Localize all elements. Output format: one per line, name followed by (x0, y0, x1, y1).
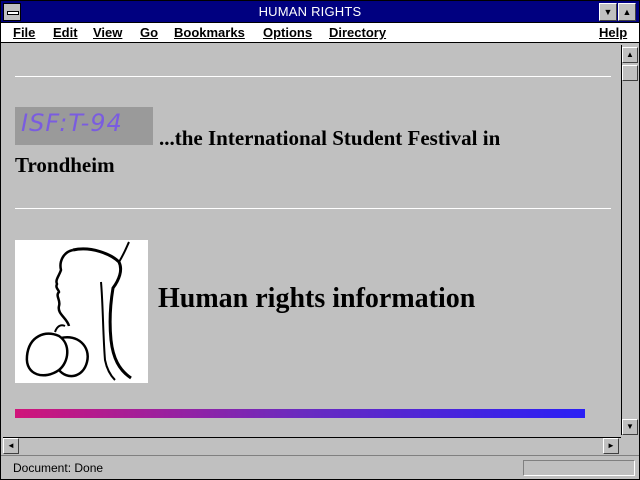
menu-edit[interactable]: Edit (53, 25, 78, 40)
menu-go[interactable]: Go (140, 25, 158, 40)
system-menu-icon[interactable] (3, 3, 21, 21)
menu-view[interactable]: View (93, 25, 122, 40)
scroll-down-icon[interactable]: ▼ (622, 419, 638, 435)
menu-bookmarks[interactable]: Bookmarks (174, 25, 245, 40)
menu-go-label: Go (140, 25, 159, 40)
page-content: ISF:T-94 ...the International Student Fe… (3, 45, 619, 437)
menu-bar: File Edit View Go Bookmarks Options Dire… (1, 23, 639, 43)
horizontal-rule (15, 208, 611, 209)
menu-directory[interactable]: Directory (329, 25, 386, 40)
menu-options[interactable]: Options (263, 25, 312, 40)
progress-indicator (523, 460, 635, 476)
menu-help-label: Help (599, 25, 628, 40)
status-text: Document: Done (13, 461, 104, 475)
scroll-right-icon[interactable]: ► (603, 438, 619, 454)
browser-window: HUMAN RIGHTS ▼ ▲ File Edit View Go Bookm… (0, 0, 640, 480)
page-heading: Human rights information (158, 283, 476, 314)
menu-bookmarks-label: Bookmarks (174, 25, 245, 40)
menu-help[interactable]: Help (599, 25, 627, 40)
vertical-scrollbar[interactable]: ▲ ▼ (621, 45, 638, 435)
menu-options-label: Options (263, 25, 313, 40)
festival-description: ...the International Student Festival in… (15, 126, 501, 177)
gradient-divider (15, 409, 585, 418)
horizontal-scrollbar[interactable]: ◄ ► (3, 437, 621, 454)
minimize-icon[interactable]: ▼ (599, 3, 617, 21)
scroll-up-icon[interactable]: ▲ (622, 47, 638, 63)
menu-edit-label: Edit (53, 25, 78, 40)
horizontal-rule (15, 76, 611, 77)
window-title: HUMAN RIGHTS (258, 4, 362, 19)
maximize-icon[interactable]: ▲ (618, 3, 636, 21)
human-rights-logo-image (15, 240, 148, 383)
menu-view-label: View (93, 25, 123, 40)
menu-directory-label: Directory (329, 25, 387, 40)
title-bar: HUMAN RIGHTS ▼ ▲ (1, 1, 639, 23)
profile-drawing (25, 241, 132, 381)
menu-file-label: File (13, 25, 36, 40)
menu-file[interactable]: File (13, 25, 35, 40)
vertical-scroll-thumb[interactable] (622, 65, 638, 81)
scroll-left-icon[interactable]: ◄ (3, 438, 19, 454)
status-bar: Document: Done (1, 455, 639, 479)
